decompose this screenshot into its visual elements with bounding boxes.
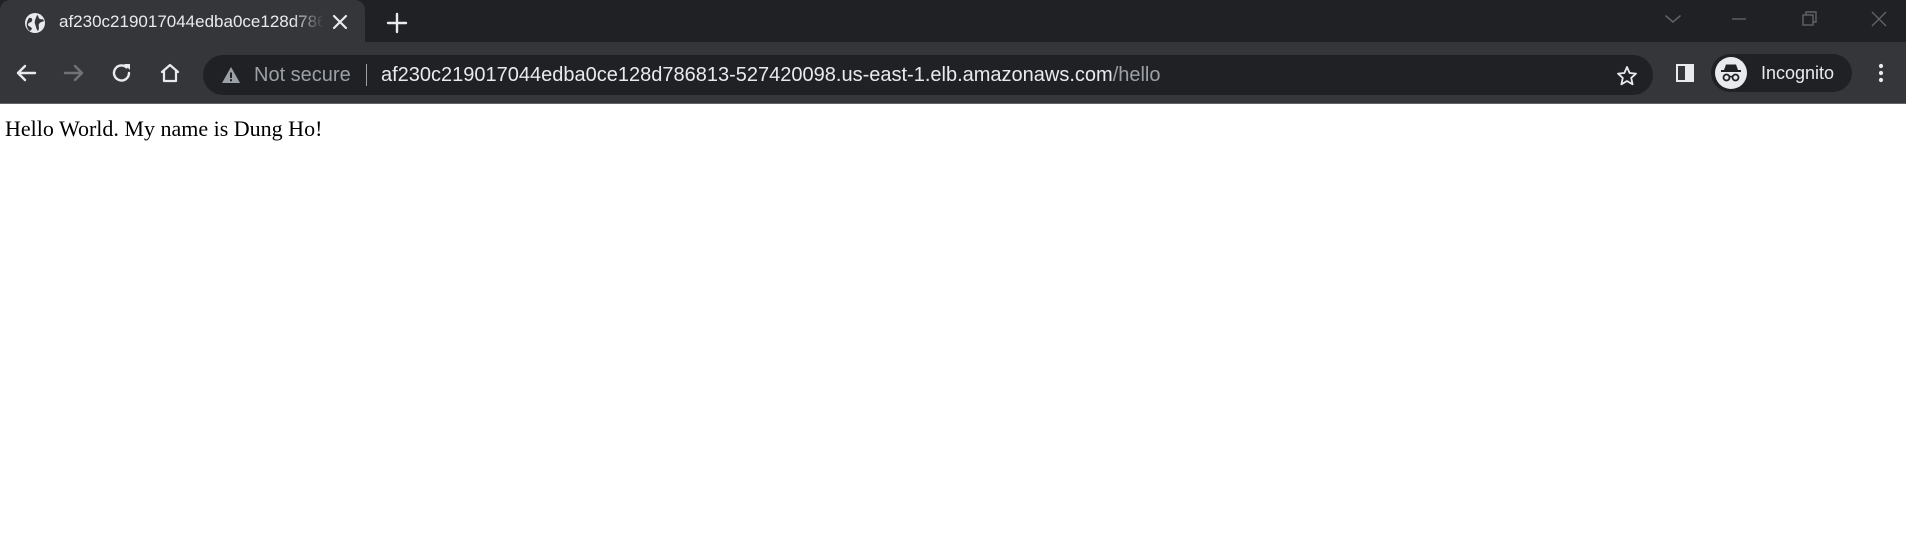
reload-icon[interactable]	[107, 58, 137, 88]
url-text[interactable]: af230c219017044edba0ce128d786813-5274200…	[381, 63, 1161, 87]
security-label[interactable]: Not secure	[254, 63, 351, 87]
url-path: /hello	[1112, 64, 1161, 86]
tab-active[interactable]: af230c219017044edba0ce128d786813-5274200…	[0, 0, 365, 42]
url-host: af230c219017044edba0ce128d786813-5274200…	[381, 64, 1113, 86]
globe-icon	[24, 12, 46, 34]
tab-title: af230c219017044edba0ce128d786813-5274200…	[59, 12, 324, 31]
minimize-icon[interactable]	[1726, 6, 1752, 32]
chevron-down-icon[interactable]	[1660, 6, 1686, 32]
tab-strip: af230c219017044edba0ce128d786813-5274200…	[0, 0, 1906, 42]
side-panel-icon[interactable]	[1670, 58, 1700, 88]
kebab-menu-icon[interactable]	[1866, 58, 1896, 88]
body-text: Hello World. My name is Dung Ho!	[5, 116, 323, 141]
profile-button[interactable]: Incognito	[1711, 54, 1852, 92]
arrow-right-icon[interactable]	[59, 58, 89, 88]
address-bar[interactable]: Not secure af230c219017044edba0ce128d786…	[203, 55, 1653, 95]
incognito-icon	[1715, 57, 1747, 89]
browser-toolbar: Not secure af230c219017044edba0ce128d786…	[0, 42, 1906, 104]
home-icon[interactable]	[155, 58, 185, 88]
close-icon[interactable]	[1866, 6, 1892, 32]
arrow-left-icon[interactable]	[11, 58, 41, 88]
star-icon[interactable]	[1615, 64, 1639, 88]
profile-label: Incognito	[1761, 63, 1835, 83]
plus-icon[interactable]	[384, 10, 410, 36]
divider	[366, 64, 367, 86]
warning-icon[interactable]	[220, 64, 242, 86]
close-icon[interactable]	[329, 11, 351, 33]
page-content: Hello World. My name is Dung Ho!	[0, 104, 1906, 559]
restore-icon[interactable]	[1796, 6, 1822, 32]
